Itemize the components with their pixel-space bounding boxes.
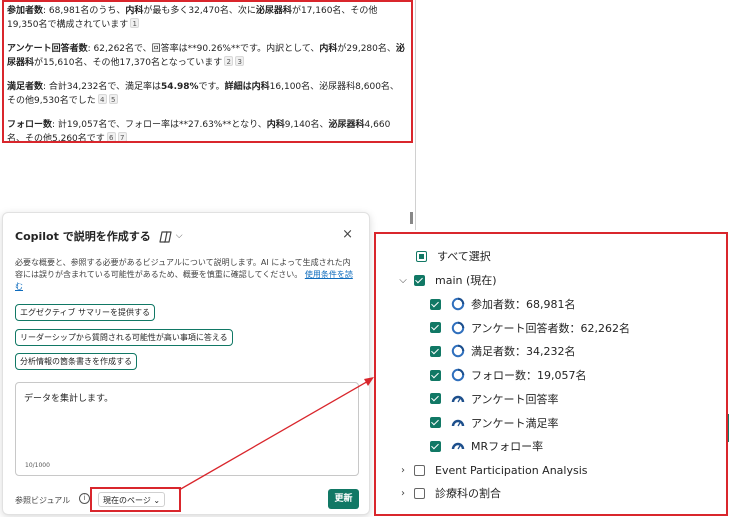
summary-text: : 計19,057名で、フォロー率は**27.63%**となり、 [52, 120, 267, 130]
reference-visuals-label: 参照ビジュアル [15, 496, 71, 505]
visual-checkbox[interactable] [430, 298, 441, 310]
visual-label: アンケート回答率 [471, 392, 559, 406]
visual-checkbox[interactable] [430, 322, 441, 334]
group-label: main (現在) [435, 274, 497, 287]
tree-visual-item[interactable]: 満足者数：34,232名 [430, 342, 576, 360]
copilot-panel: Copilot で説明を作成する ⌵ × 必要な概要と、参照する必要があるビジュ… [2, 212, 370, 515]
tree-group-dept[interactable]: › 診療科の割合 [398, 484, 501, 502]
citation-badge[interactable]: 6 [106, 132, 116, 141]
background-divider [415, 0, 416, 230]
gauge-icon [451, 416, 465, 430]
tree-visual-item[interactable]: MRフォロー率 [430, 437, 543, 455]
summary-text: が15,610名、その他17,370名となっています [34, 58, 223, 68]
summary-paragraph-responses: アンケート回答者数: 62,262名で、回答率は**90.26%**です。内訳と… [7, 43, 407, 70]
chevron-right-icon[interactable]: › [398, 465, 408, 476]
page-select-highlight: 現在のページ ⌄ [90, 487, 181, 512]
donut-icon [451, 297, 465, 311]
copilot-header: Copilot で説明を作成する ⌵ × [15, 227, 357, 245]
summary-term: 内科 [319, 44, 338, 54]
tree-visual-item[interactable]: 参加者数：68,981名 [430, 295, 576, 313]
tree-visual-item[interactable]: アンケート回答率 [430, 390, 559, 408]
visual-label: アンケート満足率 [471, 416, 559, 430]
group-checkbox[interactable] [414, 274, 425, 286]
suggestion-chip-executive-summary[interactable]: エグゼクティブ サマリーを提供する [15, 304, 156, 321]
donut-icon [451, 368, 465, 382]
info-icon[interactable]: i [79, 493, 90, 504]
summary-text: が29,280名、 [337, 44, 396, 54]
citation-badge[interactable]: 4 [97, 94, 107, 104]
copilot-description: 必要な概要と、参照する必要があるビジュアルについて説明します。AI によって生成… [15, 257, 355, 293]
summary-text: が最も多く32,470名、次に [143, 6, 256, 16]
summary-term: 内科 [266, 120, 285, 130]
summary-term: フォロー数 [7, 120, 53, 130]
tree-visual-item[interactable]: アンケート満足率 [430, 414, 559, 432]
chevron-down-icon[interactable]: ⌵ [176, 231, 183, 241]
summary-term: 内科 [125, 6, 144, 16]
select-all-checkbox[interactable] [416, 250, 427, 262]
visual-checkbox[interactable] [430, 393, 441, 405]
visual-label: MRフォロー率 [471, 440, 544, 454]
prompt-input-value[interactable]: データを集計します。 [24, 391, 350, 404]
summary-term: 詳細は内科 [224, 82, 270, 92]
group-label: Event Participation Analysis [435, 463, 588, 477]
citation-badge[interactable]: 5 [108, 94, 118, 104]
visual-checkbox[interactable] [430, 417, 441, 428]
chevron-down-icon: ⌄ [153, 496, 161, 505]
visual-checkbox[interactable] [430, 440, 441, 452]
summary-term: 54.98% [161, 82, 199, 92]
citation-badge[interactable]: 7 [117, 132, 127, 141]
summary-text: : 68,981名のうち、 [43, 6, 126, 16]
visual-label: アンケート回答者数：62,262名 [471, 321, 631, 335]
copilot-title: Copilot で説明を作成する [15, 230, 151, 243]
visual-checkbox[interactable] [430, 369, 441, 381]
chevron-right-icon[interactable]: › [398, 488, 408, 499]
summary-text: 9,140名、 [284, 120, 329, 130]
summary-term: 満足者数 [7, 82, 44, 92]
visual-checkbox[interactable] [430, 345, 441, 357]
citation-badge[interactable]: 3 [235, 56, 245, 66]
visual-selection-panel: すべて選択 ⌵ main (現在) 参加者数：68,981名アンケート回答者数：… [374, 232, 728, 516]
page-select-value: 現在のページ [103, 496, 151, 505]
summary-text: : 合計34,232名で、満足率は [43, 82, 162, 92]
tree-group-main[interactable]: ⌵ main (現在) [398, 271, 497, 289]
update-button[interactable]: 更新 [328, 489, 359, 509]
gauge-icon [451, 392, 465, 406]
summary-text: です。 [198, 82, 225, 92]
visual-label: 参加者数：68,981名 [471, 298, 576, 311]
prompt-input[interactable]: データを集計します。 10/1000 [15, 382, 359, 476]
group-checkbox[interactable] [414, 464, 425, 476]
visual-label: フォロー数：19,057名 [471, 369, 587, 383]
donut-icon [451, 344, 465, 358]
description-text: 必要な概要と、参照する必要があるビジュアルについて説明します。AI によって生成… [15, 258, 351, 279]
summary-term: 参加者数 [7, 6, 44, 16]
char-counter: 10/1000 [25, 462, 50, 469]
summary-paragraph-follow: フォロー数: 計19,057名で、フォロー率は**27.63%**となり、内科9… [7, 119, 407, 141]
select-all-row[interactable]: すべて選択 [416, 247, 491, 265]
chevron-down-icon[interactable]: ⌵ [398, 275, 408, 286]
summary-term: アンケート回答者数 [7, 44, 88, 54]
background-scrollbar[interactable] [410, 212, 413, 224]
summary-paragraph-satisfied: 満足者数: 合計34,232名で、満足率は54.98%です。詳細は内科16,10… [7, 81, 407, 108]
tree-visual-item[interactable]: アンケート回答者数：62,262名 [430, 319, 630, 337]
summary-term: 泌尿器科 [328, 120, 365, 130]
citation-badge[interactable]: 2 [224, 56, 234, 66]
page-select-dropdown[interactable]: 現在のページ ⌄ [98, 492, 166, 507]
suggestion-chip-leadership-questions[interactable]: リーダーシップから質問される可能性が高い事項に答える [15, 329, 233, 346]
tree-group-event[interactable]: › Event Participation Analysis [398, 461, 588, 479]
summary-text: : 62,262名で、回答率は**90.26%**です。内訳として、 [87, 44, 320, 54]
select-all-label: すべて選択 [437, 250, 491, 263]
visual-label: 満足者数：34,232名 [471, 345, 576, 359]
group-label: 診療科の割合 [435, 487, 501, 500]
donut-icon [451, 321, 465, 335]
group-checkbox[interactable] [414, 487, 425, 499]
close-icon[interactable]: × [342, 227, 353, 242]
citation-badge[interactable]: 1 [130, 18, 140, 28]
summary-paragraph-participants: 参加者数: 68,981名のうち、内科が最も多く32,470名、次に泌尿器科が1… [7, 5, 407, 32]
suggestion-chip-bullet-insights[interactable]: 分析情報の箇条書きを作成する [15, 353, 137, 370]
summary-text-pane: 参加者数: 68,981名のうち、内科が最も多く32,470名、次に泌尿器科が1… [2, 0, 413, 143]
gauge-icon [451, 439, 465, 453]
summary-term: 泌尿器科 [255, 6, 292, 16]
copilot-icon[interactable] [159, 229, 173, 243]
tree-visual-item[interactable]: フォロー数：19,057名 [430, 366, 587, 384]
